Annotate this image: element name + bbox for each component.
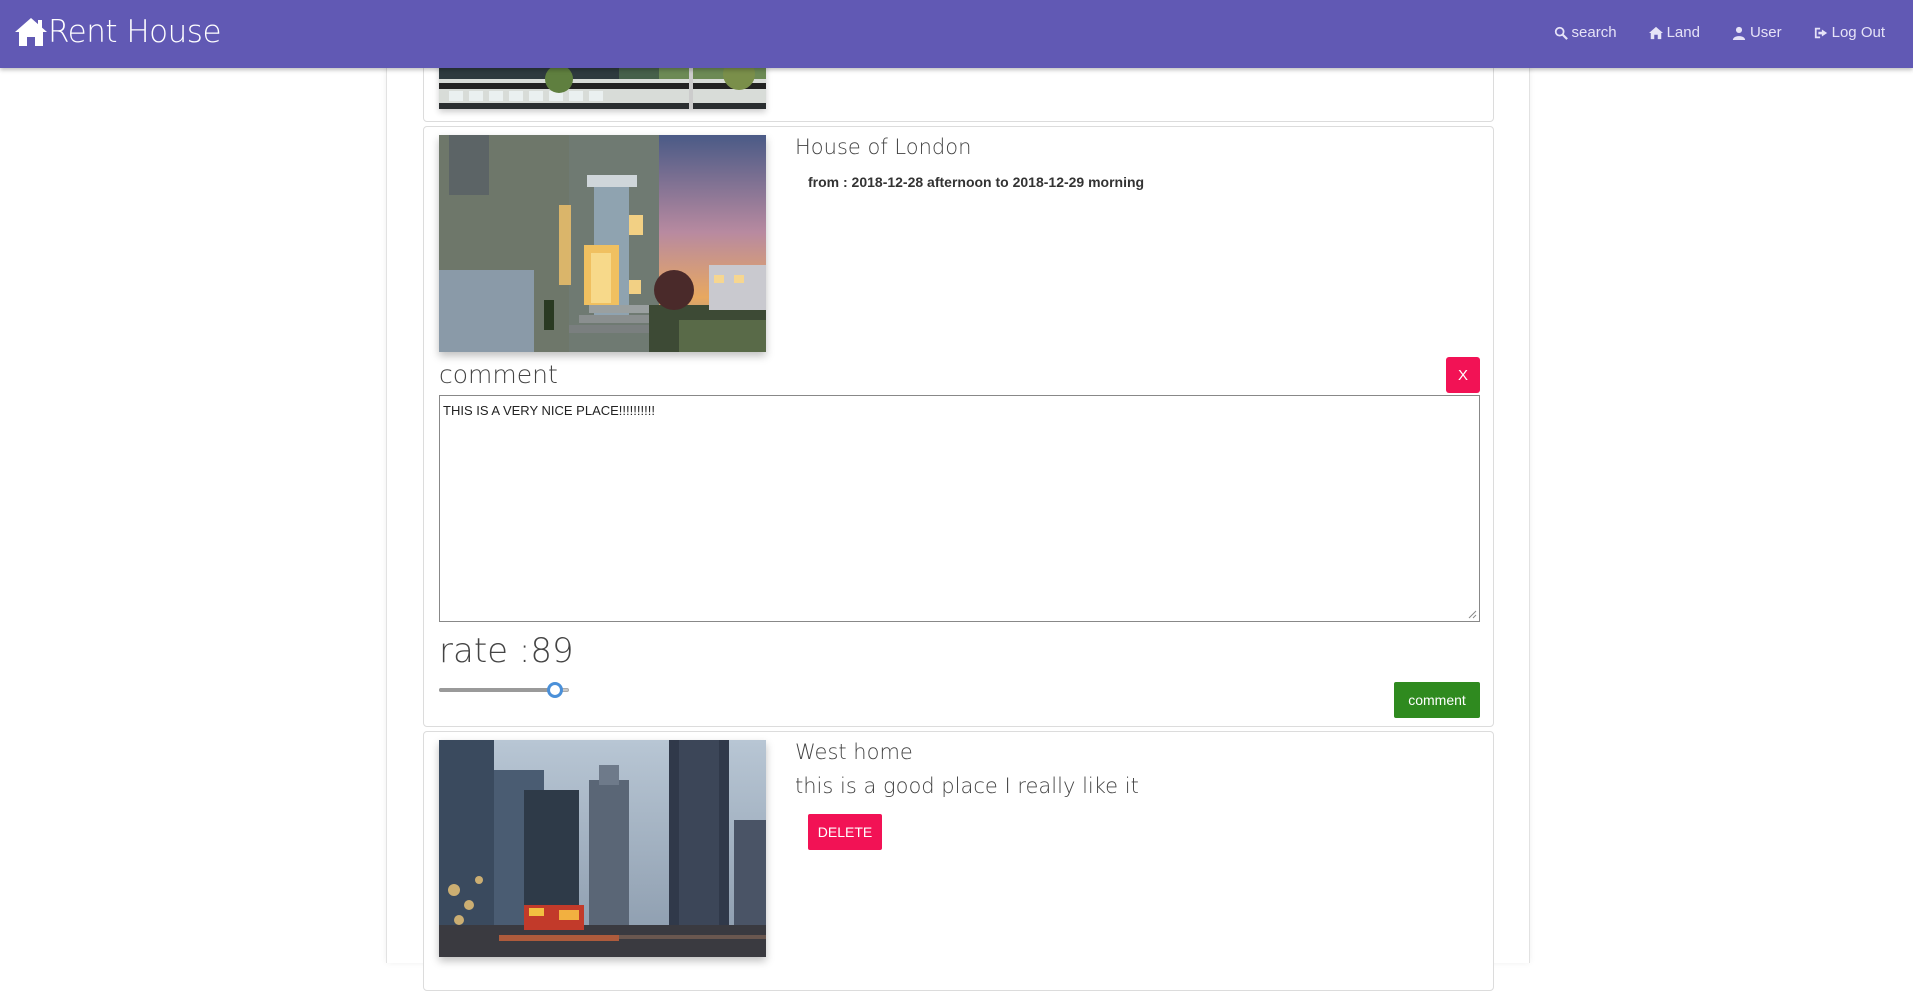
home-icon	[15, 18, 47, 46]
nav-logout[interactable]: Log Out	[1798, 20, 1901, 45]
house-image	[439, 135, 766, 352]
submit-comment-button[interactable]: comment	[1394, 682, 1480, 718]
slider-fill	[439, 688, 555, 692]
booking-dates: from : 2018-12-28 afternoon to 2018-12-2…	[808, 174, 1145, 190]
brand-link[interactable]: Rent House	[14, 12, 222, 52]
user-icon	[1732, 26, 1746, 40]
sign-out-icon	[1814, 27, 1827, 38]
comment-text: THIS IS A VERY NICE PLACE!!!!!!!!!!	[443, 403, 655, 418]
house-image	[439, 740, 766, 957]
nav-logout-label: Log Out	[1831, 24, 1885, 41]
house-photo	[439, 740, 766, 957]
nav-land-label: Land	[1666, 24, 1700, 41]
top-navbar: Rent House search Land User Log Out	[0, 0, 1913, 68]
nav-search[interactable]: search	[1538, 20, 1633, 45]
review-text: this is a good place I really like it	[795, 774, 1139, 798]
home-icon	[1648, 26, 1663, 39]
rate-label: rate :89	[439, 631, 574, 671]
close-button[interactable]: X	[1446, 357, 1480, 393]
main-container: House of London from : 2018-12-28 aftern…	[386, 0, 1530, 991]
comment-textarea[interactable]: THIS IS A VERY NICE PLACE!!!!!!!!!!	[439, 395, 1480, 622]
brand-title: Rent House	[48, 14, 222, 50]
house-title: West home	[795, 740, 913, 764]
house-photo	[439, 135, 766, 352]
nav-user[interactable]: User	[1716, 20, 1798, 45]
nav-links: search Land User Log Out	[1538, 20, 1901, 45]
booking-card: House of London from : 2018-12-28 aftern…	[423, 126, 1494, 727]
slider-thumb[interactable]	[547, 682, 563, 698]
search-icon	[1554, 26, 1568, 40]
comment-label: comment	[439, 360, 558, 389]
delete-button[interactable]: DELETE	[808, 814, 882, 850]
house-title: House of London	[795, 135, 972, 159]
nav-land[interactable]: Land	[1633, 20, 1716, 45]
nav-user-label: User	[1749, 24, 1782, 41]
booking-card: West home this is a good place I really …	[423, 731, 1494, 991]
resize-grip-icon[interactable]	[1468, 610, 1477, 619]
nav-search-label: search	[1571, 24, 1617, 41]
rate-slider[interactable]	[439, 682, 569, 698]
